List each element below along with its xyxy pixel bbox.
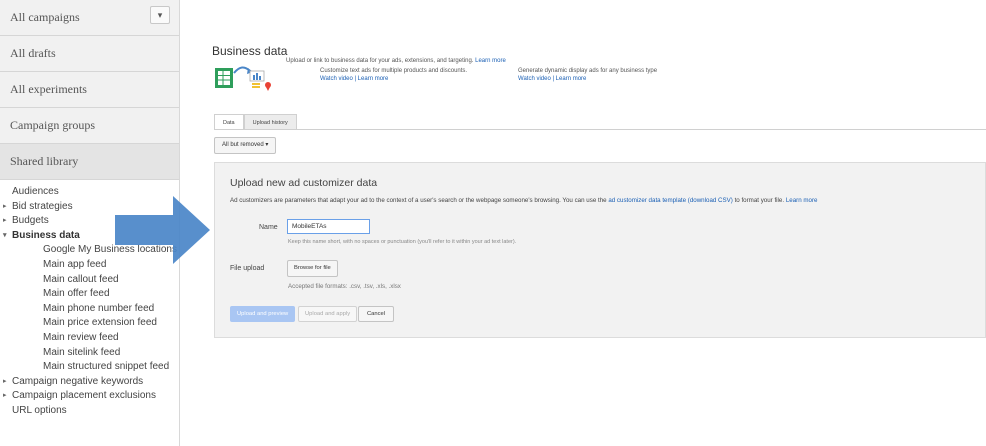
tab-bar: Data Upload history xyxy=(214,114,297,130)
intro-column-links[interactable]: Watch video | Learn more xyxy=(320,75,467,83)
sidebar-item-label: Bid strategies xyxy=(12,200,73,212)
sidebar-item-main-review-feed[interactable]: Main review feed xyxy=(0,331,179,346)
intro-column-links[interactable]: Watch video | Learn more xyxy=(518,75,657,83)
intro-column-dynamic-display: Generate dynamic display ads for any bus… xyxy=(518,67,657,83)
browse-file-button[interactable]: Browse for file xyxy=(287,260,338,277)
sidebar-item-main-sitelink-feed[interactable]: Main sitelink feed xyxy=(0,346,179,361)
sidebar-item-label: Business data xyxy=(12,229,80,241)
panel-title: Upload new ad customizer data xyxy=(230,177,378,189)
name-field[interactable] xyxy=(287,219,370,234)
sidebar-item-label: Campaign placement exclusions xyxy=(12,390,156,402)
name-label: Name xyxy=(259,224,278,231)
collapse-triangle-icon[interactable]: ▾ xyxy=(3,229,7,244)
business-data-illustration-icon xyxy=(215,66,271,91)
intro-learn-more-link[interactable]: Learn more xyxy=(475,58,506,64)
sidebar-item-main-callout-feed[interactable]: Main callout feed xyxy=(0,273,179,288)
intro-column-text: Generate dynamic display ads for any bus… xyxy=(518,68,658,74)
nav-campaign-groups[interactable]: Campaign groups xyxy=(0,108,179,144)
main-content: Business data Upload or link to business… xyxy=(181,0,986,446)
shared-library-list: Audiences ▸ Bid strategies ▸ Budgets ▾ Busi… xyxy=(0,180,179,419)
page-title: Business data xyxy=(212,44,288,58)
sidebar-item-label: Campaign negative keywords xyxy=(12,375,144,387)
nav-all-campaigns[interactable]: All campaigns ▾ xyxy=(0,0,179,36)
nav-all-drafts-label: All drafts xyxy=(10,46,56,60)
sidebar-item-campaign-placement-exclusions[interactable]: ▸ Campaign placement exclusions xyxy=(0,389,179,404)
sidebar-item-campaign-negative-keywords[interactable]: ▸ Campaign negative keywords xyxy=(0,375,179,390)
sidebar-item-main-app-feed[interactable]: Main app feed xyxy=(0,258,179,273)
nav-shared-library-label: Shared library xyxy=(10,154,79,168)
sidebar: All campaigns ▾ All drafts All experimen… xyxy=(0,0,180,446)
nav-all-drafts[interactable]: All drafts xyxy=(0,36,179,72)
upload-and-apply-button[interactable]: Upload and apply xyxy=(298,306,358,322)
name-hint: Keep this name short, with no spaces or … xyxy=(288,239,517,245)
sidebar-item-url-options[interactable]: URL options xyxy=(0,404,179,419)
panel-description: Ad customizers are parameters that adapt… xyxy=(230,197,817,204)
expand-triangle-icon[interactable]: ▸ xyxy=(3,389,7,404)
nav-all-experiments[interactable]: All experiments xyxy=(0,72,179,108)
intro-column-customizers: Customize text ads for multiple products… xyxy=(320,67,467,83)
accepted-formats-text: Accepted file formats: .csv, .tsv, .xls,… xyxy=(288,283,401,290)
nav-all-experiments-label: All experiments xyxy=(10,82,87,96)
panel-description-prefix: Ad customizers are parameters that adapt… xyxy=(230,197,607,204)
nav-campaign-groups-label: Campaign groups xyxy=(10,118,95,132)
sidebar-item-main-offer-feed[interactable]: Main offer feed xyxy=(0,287,179,302)
sidebar-item-label: Budgets xyxy=(12,215,49,227)
nav-shared-library[interactable]: Shared library xyxy=(0,144,179,180)
panel-learn-more-link[interactable]: Learn more xyxy=(786,197,818,204)
intro-column-text: Customize text ads for multiple products… xyxy=(320,68,468,74)
tab-upload-history[interactable]: Upload history xyxy=(243,114,297,130)
sidebar-item-gmb-locations[interactable]: Google My Business locations xyxy=(0,243,179,258)
sidebar-item-budgets[interactable]: ▸ Budgets xyxy=(0,214,179,229)
upload-panel: Upload new ad customizer data Ad customi… xyxy=(214,162,986,338)
chevron-down-icon[interactable]: ▾ xyxy=(150,6,170,24)
sidebar-item-business-data[interactable]: ▾ Business data xyxy=(0,229,179,244)
sidebar-item-bid-strategies[interactable]: ▸ Bid strategies xyxy=(0,200,179,215)
panel-description-suffix: to format your file. xyxy=(734,197,785,204)
sidebar-item-main-structured-snippet-feed[interactable]: Main structured snippet feed xyxy=(0,360,179,375)
file-upload-label: File upload xyxy=(230,265,265,272)
sidebar-item-main-phone-number-feed[interactable]: Main phone number feed xyxy=(0,302,179,317)
expand-triangle-icon[interactable]: ▸ xyxy=(3,200,7,215)
upload-and-preview-button[interactable]: Upload and preview xyxy=(230,306,296,322)
sidebar-item-main-price-extension-feed[interactable]: Main price extension feed xyxy=(0,316,179,331)
expand-triangle-icon[interactable]: ▸ xyxy=(3,375,7,390)
template-download-link[interactable]: ad customizer data template (download CS… xyxy=(608,197,733,204)
expand-triangle-icon[interactable]: ▸ xyxy=(3,214,7,229)
intro-text: Upload or link to business data for your… xyxy=(286,58,506,64)
sidebar-item-audiences[interactable]: Audiences xyxy=(0,185,179,200)
status-filter-dropdown[interactable]: All but removed ▾ xyxy=(214,137,277,154)
cancel-button[interactable]: Cancel xyxy=(358,306,395,322)
intro-text-body: Upload or link to business data for your… xyxy=(286,58,474,64)
nav-all-campaigns-label: All campaigns xyxy=(10,10,80,24)
tab-divider xyxy=(214,129,986,130)
tab-data[interactable]: Data xyxy=(214,114,244,130)
